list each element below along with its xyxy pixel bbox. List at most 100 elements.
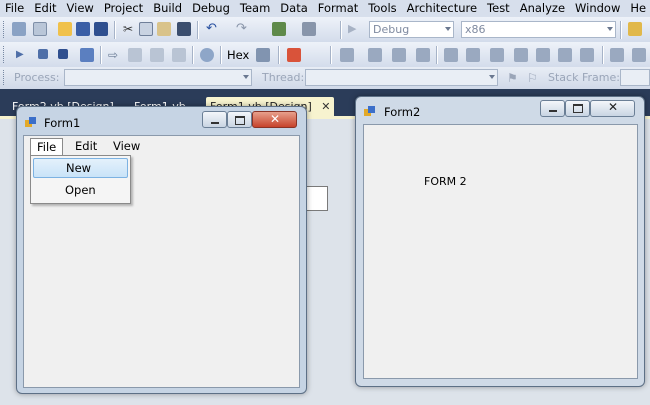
close-icon: ✕ [608, 100, 619, 114]
increase-spacing-icon[interactable] [632, 48, 646, 62]
minimize-button[interactable] [202, 111, 227, 128]
form1-menu-edit[interactable]: Edit [69, 138, 103, 154]
close-tab-icon[interactable]: ✕ [321, 100, 330, 113]
close-button[interactable]: ✕ [590, 100, 635, 117]
find-in-files-icon[interactable] [628, 22, 642, 36]
toolbar-separator [114, 21, 116, 39]
cut-icon[interactable]: ✂ [121, 22, 135, 36]
close-button[interactable]: ✕ [252, 111, 297, 128]
debug-location-toolbar: Process: Thread: ⚑ ⚐ Stack Frame: [0, 67, 650, 90]
form2-client-area [363, 124, 638, 379]
quick-watch-icon[interactable] [200, 48, 214, 62]
form1-menu-file[interactable]: File [30, 138, 64, 156]
align-bottoms-icon[interactable] [466, 48, 480, 62]
toolbar-separator [278, 46, 280, 64]
redo-icon[interactable]: ↷ [236, 22, 250, 36]
chevron-down-icon [607, 27, 613, 31]
show-threads-icon[interactable] [256, 48, 270, 62]
align-middles-icon[interactable] [444, 48, 458, 62]
stack-frame-label: Stack Frame: [548, 71, 620, 84]
minimize-icon [549, 110, 557, 112]
align-lefts-icon[interactable] [340, 48, 354, 62]
maximize-button[interactable] [565, 100, 590, 117]
menu-test[interactable]: Test [482, 1, 515, 16]
form1-window: Form1 ✕ File Edit View [16, 106, 307, 394]
menu-project[interactable]: Project [99, 1, 148, 16]
step-out-icon[interactable] [172, 48, 186, 62]
open-file-icon[interactable] [58, 22, 72, 36]
toolbar-grip[interactable] [3, 70, 7, 85]
align-tops-icon[interactable] [416, 48, 430, 62]
save-icon[interactable] [76, 22, 90, 36]
form1-title: Form1 [44, 116, 81, 130]
menu-view[interactable]: View [62, 1, 99, 16]
align-to-grid-icon[interactable] [490, 48, 504, 62]
close-icon: ✕ [270, 112, 281, 126]
solution-platform-combo[interactable]: x86 [461, 21, 616, 38]
toolbar-separator [620, 21, 622, 39]
chevron-down-icon [445, 27, 451, 31]
menu-architecture[interactable]: Architecture [402, 1, 482, 16]
thread-combo[interactable] [305, 69, 498, 86]
flag-icon[interactable]: ⚑ [507, 71, 521, 85]
solution-configuration-combo[interactable]: Debug [369, 21, 454, 38]
horizontal-spacing-icon[interactable] [610, 48, 624, 62]
form1-menu-view[interactable]: View [107, 138, 146, 154]
menu-data[interactable]: Data [275, 1, 312, 16]
start-debugging-icon[interactable]: ▶ [348, 22, 362, 36]
break-all-icon[interactable] [38, 49, 48, 59]
minimize-icon [211, 122, 219, 124]
menu-build[interactable]: Build [148, 1, 187, 16]
align-centers-icon[interactable] [368, 48, 382, 62]
minimize-button[interactable] [540, 100, 565, 117]
paste-icon[interactable] [157, 22, 171, 36]
save-all-icon[interactable] [94, 22, 108, 36]
menu-debug[interactable]: Debug [187, 1, 235, 16]
form2-label: FORM 2 [424, 175, 467, 188]
thread-label: Thread: [262, 71, 305, 84]
stop-debugging-icon[interactable] [58, 49, 68, 59]
maximize-button[interactable] [227, 111, 252, 128]
process-combo[interactable] [64, 69, 252, 86]
toolbar-separator [330, 46, 332, 64]
navigate-forward-icon[interactable] [302, 22, 316, 36]
size-to-grid-icon[interactable] [580, 48, 594, 62]
menu-team[interactable]: Team [235, 1, 275, 16]
restart-icon[interactable] [80, 48, 94, 62]
output-window-icon[interactable] [287, 48, 301, 62]
toolbar-separator [100, 46, 102, 64]
menu-tools[interactable]: Tools [363, 1, 401, 16]
maximize-icon [573, 104, 583, 113]
hex-button[interactable]: Hex [227, 48, 249, 62]
copy-icon[interactable] [139, 22, 153, 36]
toolbar-grip[interactable] [3, 21, 7, 38]
component-tray-item[interactable] [30, 397, 110, 405]
delete-icon[interactable] [177, 22, 191, 36]
menu-item-open[interactable]: Open [33, 180, 128, 200]
make-same-height-icon[interactable] [536, 48, 550, 62]
solution-platform-value: x86 [465, 23, 486, 36]
ide-menubar: File Edit View Project Build Debug Team … [0, 0, 650, 17]
show-next-statement-icon[interactable]: ⇨ [108, 48, 122, 62]
toolbar-grip[interactable] [3, 46, 7, 63]
step-into-icon[interactable] [128, 48, 142, 62]
menu-item-new[interactable]: New [33, 158, 128, 178]
menu-help[interactable]: He [625, 1, 650, 16]
undo-icon[interactable]: ↶ [206, 22, 220, 36]
step-over-icon[interactable] [150, 48, 164, 62]
menu-file[interactable]: File [0, 1, 29, 16]
menu-analyze[interactable]: Analyze [515, 1, 570, 16]
flag-threads-icon[interactable]: ⚐ [527, 71, 541, 85]
menu-window[interactable]: Window [570, 1, 625, 16]
make-same-width-icon[interactable] [514, 48, 528, 62]
debug-layout-toolbar: ▶ ⇨ Hex [0, 42, 650, 68]
make-same-size-icon[interactable] [558, 48, 572, 62]
stack-frame-combo[interactable] [620, 69, 650, 86]
align-rights-icon[interactable] [392, 48, 406, 62]
navigate-backward-icon[interactable] [272, 22, 286, 36]
menu-format[interactable]: Format [313, 1, 364, 16]
add-item-icon[interactable] [33, 22, 47, 36]
continue-icon[interactable]: ▶ [16, 48, 30, 62]
new-project-icon[interactable] [12, 22, 26, 36]
menu-edit[interactable]: Edit [29, 1, 61, 16]
